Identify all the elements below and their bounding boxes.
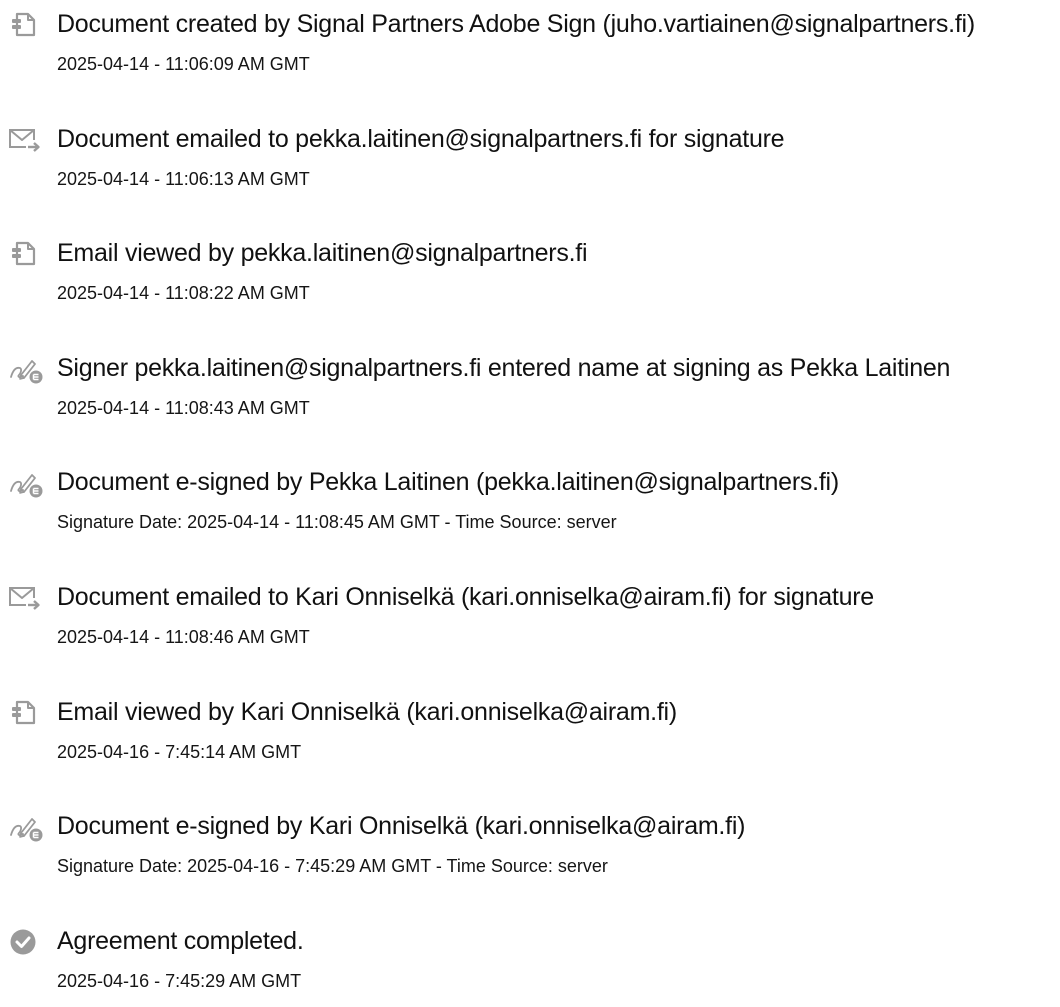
history-event: Document created by Signal Partners Adob… — [0, 0, 1060, 90]
document-icon — [8, 239, 42, 269]
event-title: Agreement completed. — [57, 927, 304, 955]
event-timestamp: Signature Date: 2025-04-14 - 11:08:45 AM… — [57, 512, 617, 532]
history-event: Email viewed by pekka.laitinen@signalpar… — [0, 229, 1060, 319]
history-event: Email viewed by Kari Onniselkä (kari.onn… — [0, 688, 1060, 778]
history-event: Document emailed to pekka.laitinen@signa… — [0, 115, 1060, 205]
event-timestamp: 2025-04-14 - 11:08:22 AM GMT — [57, 283, 310, 303]
event-title: Document e-signed by Kari Onniselkä (kar… — [57, 812, 746, 840]
email-sent-icon — [8, 125, 42, 155]
event-timestamp: 2025-04-14 - 11:06:13 AM GMT — [57, 169, 310, 189]
event-timestamp: 2025-04-16 - 7:45:14 AM GMT — [57, 742, 302, 762]
event-title: Document emailed to Kari Onniselkä (kari… — [57, 583, 874, 611]
event-timestamp: 2025-04-14 - 11:06:09 AM GMT — [57, 54, 310, 74]
esign-pen-icon — [8, 468, 43, 498]
event-timestamp: Signature Date: 2025-04-16 - 7:45:29 AM … — [57, 856, 608, 876]
history-event: Document e-signed by Pekka Laitinen (pek… — [0, 458, 1060, 548]
event-title: Document e-signed by Pekka Laitinen (pek… — [57, 468, 839, 496]
esign-pen-icon — [8, 354, 43, 384]
history-event: Signer pekka.laitinen@signalpartners.fi … — [0, 344, 1060, 434]
esign-pen-icon — [8, 812, 43, 842]
event-timestamp: 2025-04-14 - 11:08:46 AM GMT — [57, 627, 310, 647]
history-event: Document e-signed by Kari Onniselkä (kar… — [0, 802, 1060, 892]
event-title: Email viewed by pekka.laitinen@signalpar… — [57, 239, 588, 267]
event-title: Signer pekka.laitinen@signalpartners.fi … — [57, 354, 951, 382]
event-title: Document created by Signal Partners Adob… — [57, 10, 975, 38]
event-timestamp: 2025-04-16 - 7:45:29 AM GMT — [57, 971, 302, 991]
event-title: Document emailed to pekka.laitinen@signa… — [57, 125, 785, 153]
document-icon — [8, 698, 42, 728]
event-title: Email viewed by Kari Onniselkä (kari.onn… — [57, 698, 677, 726]
history-event: Document emailed to Kari Onniselkä (kari… — [0, 573, 1060, 663]
email-sent-icon — [8, 583, 42, 613]
event-timestamp: 2025-04-14 - 11:08:43 AM GMT — [57, 398, 310, 418]
check-circle-icon — [8, 927, 42, 957]
document-icon — [8, 10, 42, 40]
